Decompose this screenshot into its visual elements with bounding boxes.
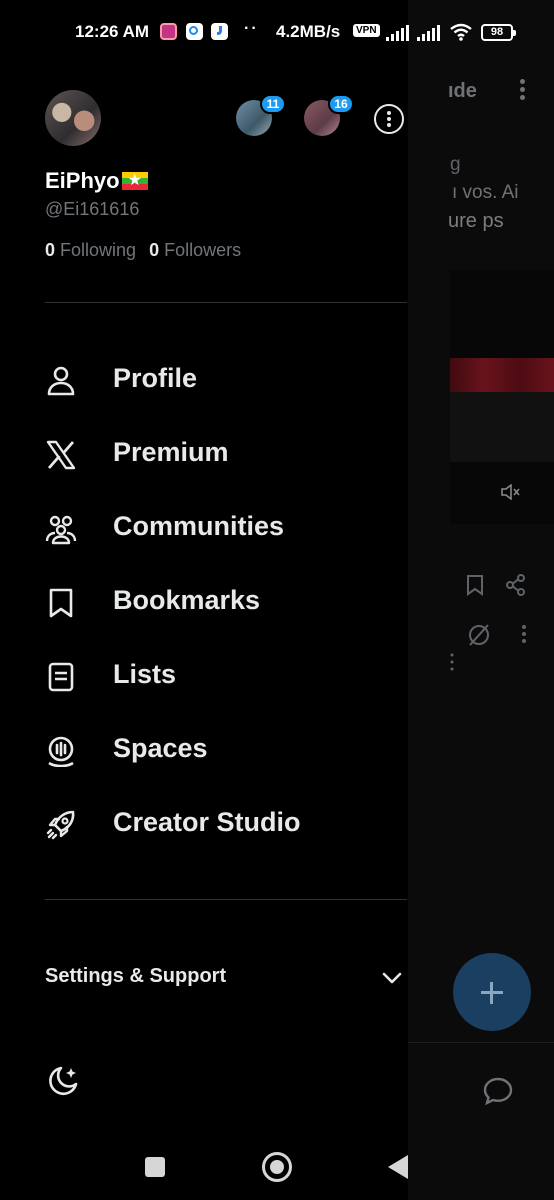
drawer-menu: Profile Premium Communities Bookmarks Li…	[0, 343, 408, 861]
status-time: 12:26 AM	[75, 22, 150, 41]
switch-account-avatar[interactable]: 11	[236, 94, 286, 136]
following-count: 0	[45, 240, 56, 260]
instagram-icon	[160, 23, 177, 40]
share-icon	[506, 574, 526, 602]
status-bar: 12:26 AM ·· 4.2MB/s VPN 98	[0, 0, 554, 64]
settings-support-label: Settings & Support	[45, 965, 227, 987]
background-video	[450, 270, 554, 524]
menu-label: Premium	[113, 437, 229, 467]
system-navigation-bar	[0, 1136, 554, 1200]
vpn-icon: VPN	[353, 24, 380, 37]
menu-label: Bookmarks	[113, 585, 261, 615]
account-notification-badge: 11	[260, 94, 286, 114]
rocket-icon	[46, 810, 75, 840]
menu-item-communities[interactable]: Communities	[0, 491, 408, 565]
background-feed[interactable]: ıde g ı vos. Ai ure ps	[408, 0, 554, 1200]
messages-icon[interactable]	[482, 1076, 514, 1106]
menu-item-creator-studio[interactable]: Creator Studio	[0, 787, 408, 861]
bookmark-icon	[466, 574, 484, 602]
recents-button[interactable]	[145, 1157, 165, 1177]
menu-item-premium[interactable]: Premium	[0, 417, 408, 491]
compose-button[interactable]	[453, 953, 531, 1031]
signal-icon	[386, 25, 410, 41]
followers-link[interactable]: 0 Followers	[149, 240, 241, 260]
menu-label: Profile	[113, 363, 198, 393]
follow-stats: 0 Following 0 Followers	[45, 240, 241, 261]
menu-label: Creator Studio	[113, 807, 301, 837]
menu-item-profile[interactable]: Profile	[0, 343, 408, 417]
more-options-icon[interactable]	[374, 104, 404, 134]
following-label: Following	[60, 240, 137, 260]
background-text-line: ı vos. Ai	[452, 182, 519, 203]
display-name-text: EiPhyo	[45, 168, 120, 193]
menu-item-bookmarks[interactable]: Bookmarks	[0, 565, 408, 639]
j-app-icon	[211, 23, 228, 40]
chevron-down-icon	[382, 972, 402, 984]
menu-item-lists[interactable]: Lists	[0, 639, 408, 713]
switch-account-avatar[interactable]: 16	[304, 94, 354, 136]
user-handle: @Ei161616	[45, 199, 140, 219]
x-logo-icon	[46, 440, 76, 470]
more-vertical-icon	[516, 76, 528, 106]
background-tab: g	[450, 154, 461, 175]
myanmar-flag-icon	[121, 171, 148, 190]
mute-icon	[500, 483, 520, 505]
bookmark-icon	[49, 588, 73, 618]
dark-mode-icon[interactable]	[44, 1064, 80, 1100]
list-icon	[48, 662, 74, 692]
grok-icon	[466, 622, 492, 654]
menu-label: Spaces	[113, 733, 208, 763]
back-button[interactable]	[388, 1155, 408, 1179]
divider	[45, 899, 407, 900]
signal-icon-2	[417, 25, 441, 41]
home-button[interactable]	[262, 1152, 292, 1182]
more-vertical-icon	[520, 624, 528, 650]
communities-icon	[45, 515, 77, 545]
q-app-icon	[186, 23, 203, 40]
network-speed: 4.2MB/s	[276, 22, 341, 41]
account-notification-badge: 16	[328, 94, 354, 114]
menu-item-spaces[interactable]: Spaces	[0, 713, 408, 787]
more-notifications-indicator: ··	[244, 20, 259, 37]
menu-label: Lists	[113, 659, 177, 689]
menu-label: Communities	[113, 511, 285, 541]
profile-avatar[interactable]	[45, 90, 101, 146]
background-title: ıde	[448, 80, 477, 102]
spaces-icon	[48, 736, 74, 767]
person-icon	[47, 366, 75, 396]
divider	[45, 302, 407, 303]
display-name[interactable]: EiPhyo	[45, 168, 148, 194]
following-link[interactable]: 0 Following	[45, 240, 136, 260]
navigation-drawer: 11 16 EiPhyo @Ei161616 0 Following 0 Fol…	[0, 0, 408, 1200]
battery-icon: 98	[481, 24, 516, 41]
followers-label: Followers	[164, 240, 242, 260]
settings-support-toggle[interactable]: Settings & Support	[0, 950, 408, 1002]
wifi-icon	[450, 23, 472, 41]
background-text-line: ure ps	[448, 210, 504, 232]
followers-count: 0	[149, 240, 160, 260]
more-vertical-icon	[448, 652, 456, 678]
